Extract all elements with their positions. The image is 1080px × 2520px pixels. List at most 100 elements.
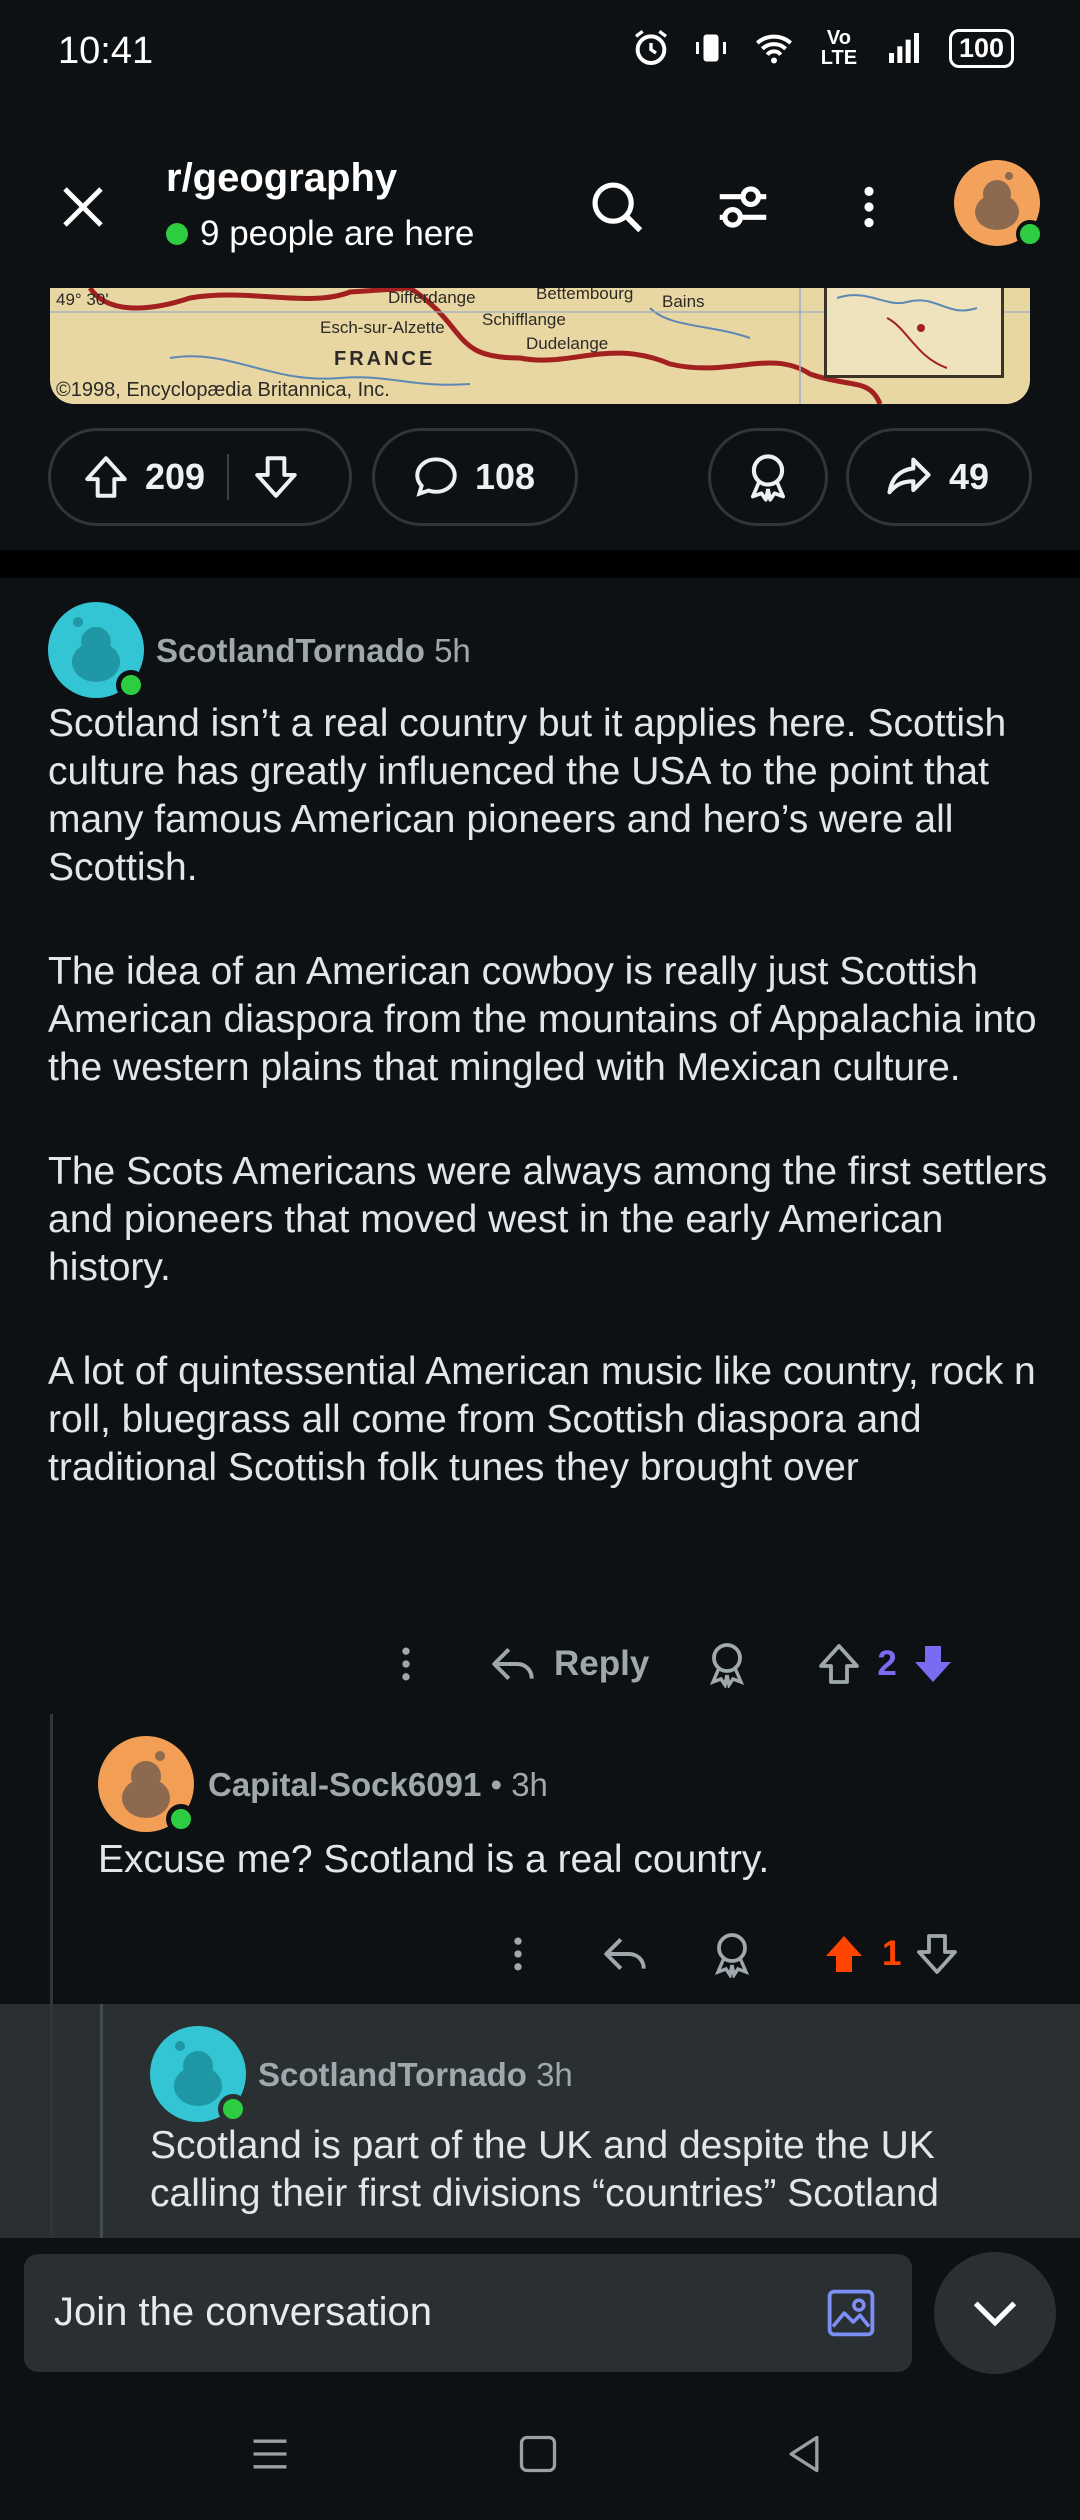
post-action-bar: 209 108 49 (0, 428, 1080, 528)
highlighted-comment[interactable]: ScotlandTornado 3h Scotland is part of t… (0, 2004, 1080, 2238)
user-avatar[interactable] (954, 160, 1044, 248)
alarm-icon (634, 30, 667, 65)
vote-pill: 209 (48, 428, 352, 526)
menu-icon[interactable] (248, 2432, 292, 2476)
map-place-label: Schifflange (482, 310, 566, 329)
downvote-icon[interactable] (251, 452, 301, 502)
upvote-active-icon[interactable] (820, 1930, 868, 1978)
online-status-icon (1016, 220, 1044, 248)
reply-label: Reply (554, 1644, 650, 1683)
author-name: Capital-Sock6091 (208, 1766, 482, 1803)
comment-paragraph: The idea of an American cowboy is really… (48, 950, 1037, 1089)
reply-icon (492, 1648, 534, 1680)
comment-actions: Reply 2 (384, 1634, 957, 1694)
status-icons: Vo LTE 100 (631, 28, 1014, 68)
filter-button[interactable] (708, 172, 778, 242)
close-button[interactable] (50, 174, 116, 240)
image-attach-icon[interactable] (824, 2286, 878, 2340)
map-latitude-label: 49° 30' (56, 290, 109, 309)
comment-time: 5h (434, 632, 471, 669)
online-status-icon (166, 1804, 196, 1834)
battery-indicator: 100 (948, 28, 1014, 68)
vibrate-icon (695, 34, 726, 62)
comment-thread: ScotlandTornado 5h Scotland isn’t a real… (0, 578, 1080, 2238)
downvote-active-icon[interactable] (909, 1640, 957, 1688)
comment-body: Scotland isn’t a real country but it app… (48, 700, 1048, 1548)
comment-author[interactable]: Capital-Sock6091 • 3h (208, 1766, 548, 1804)
comment-paragraph: The Scots Americans were always among th… (48, 1150, 1048, 1289)
home-square-icon[interactable] (516, 2432, 560, 2476)
online-status-icon (116, 670, 146, 700)
inset-map-outline (836, 294, 978, 369)
section-divider (0, 550, 1080, 578)
map-place-label: Esch-sur-Alzette (320, 318, 445, 337)
commenter-avatar[interactable] (98, 1736, 196, 1834)
award-icon[interactable] (703, 1640, 751, 1688)
comment-author[interactable]: ScotlandTornado 5h (156, 632, 471, 670)
map-place-label: Bettembourg (536, 288, 634, 303)
comment-body: Scotland is part of the UK and despite t… (150, 2124, 939, 2215)
online-status-icon (218, 2094, 248, 2124)
close-icon (63, 187, 103, 227)
award-icon (750, 454, 786, 502)
share-count: 49 (949, 456, 990, 497)
map-credit: ©1998, Encyclopædia Britannica, Inc. (56, 379, 390, 401)
composer-bar: Join the conversation (0, 2238, 1080, 2388)
wifi-icon (755, 34, 792, 64)
collapse-button[interactable] (934, 2252, 1056, 2374)
post-image-map[interactable]: 49° 30' Differdange Bettembourg Bains Es… (50, 288, 1030, 404)
thread-line (100, 2004, 103, 2238)
reply-icon[interactable] (600, 1929, 650, 1979)
presence-indicator: 9 people are here (166, 214, 474, 254)
downvote-icon[interactable] (913, 1930, 961, 1978)
upvote-icon[interactable] (81, 452, 131, 502)
award-button[interactable] (708, 428, 828, 526)
system-nav-bar (0, 2388, 1080, 2520)
upvote-icon[interactable] (815, 1640, 863, 1688)
comment-time: 3h (536, 2056, 573, 2093)
award-icon[interactable] (708, 1930, 756, 1978)
comment-score: 2 (877, 1644, 897, 1683)
comment-score: 1 (882, 1934, 902, 1973)
vote-separator (227, 454, 230, 500)
share-icon (887, 457, 931, 495)
subreddit-header: r/geography 9 people are here (0, 130, 1080, 280)
comment-composer[interactable]: Join the conversation (24, 2254, 912, 2372)
composer-placeholder: Join the conversation (54, 2290, 433, 2334)
comment-paragraph: Scotland isn’t a real country but it app… (48, 702, 1007, 889)
back-triangle-icon[interactable] (782, 2432, 826, 2476)
more-options-button[interactable] (834, 172, 904, 242)
online-dot-icon (166, 223, 188, 245)
map-place-label: Dudelange (526, 334, 609, 353)
more-vertical-icon[interactable] (384, 1639, 428, 1689)
thread-line (50, 2004, 53, 2238)
volte-label: Vo LTE (820, 27, 858, 69)
map-place-label: Differdange (388, 288, 476, 307)
share-button[interactable]: 49 (846, 428, 1032, 526)
map-place-label: Bains (662, 292, 705, 311)
more-vertical-icon[interactable] (496, 1929, 540, 1979)
comment-time: • 3h (490, 1766, 548, 1803)
map-country-label: FRANCE (334, 348, 436, 370)
comment-count: 108 (475, 456, 536, 497)
reply-button[interactable]: Reply (488, 1639, 649, 1689)
comment-paragraph: A lot of quintessential American music l… (48, 1350, 1036, 1489)
comment-bubble-icon (415, 457, 457, 497)
search-icon (592, 182, 643, 233)
subreddit-name[interactable]: r/geography (166, 156, 397, 201)
commenter-avatar[interactable] (150, 2026, 248, 2124)
more-vertical-icon (864, 186, 874, 228)
chevron-down-icon (973, 2301, 1017, 2327)
signal-icon (888, 33, 919, 63)
sliders-icon (719, 186, 767, 228)
comment-author[interactable]: ScotlandTornado 3h (258, 2056, 573, 2094)
comment-body: Excuse me? Scotland is a real country. (98, 1838, 770, 1881)
comments-button[interactable]: 108 (372, 428, 578, 526)
status-time: 10:41 (58, 30, 154, 72)
comment-actions: 1 (496, 1924, 961, 1984)
post-score: 209 (145, 456, 206, 497)
commenter-avatar[interactable] (48, 602, 146, 700)
map-inset (824, 288, 1004, 378)
author-name: ScotlandTornado (156, 632, 425, 669)
search-button[interactable] (582, 172, 652, 242)
